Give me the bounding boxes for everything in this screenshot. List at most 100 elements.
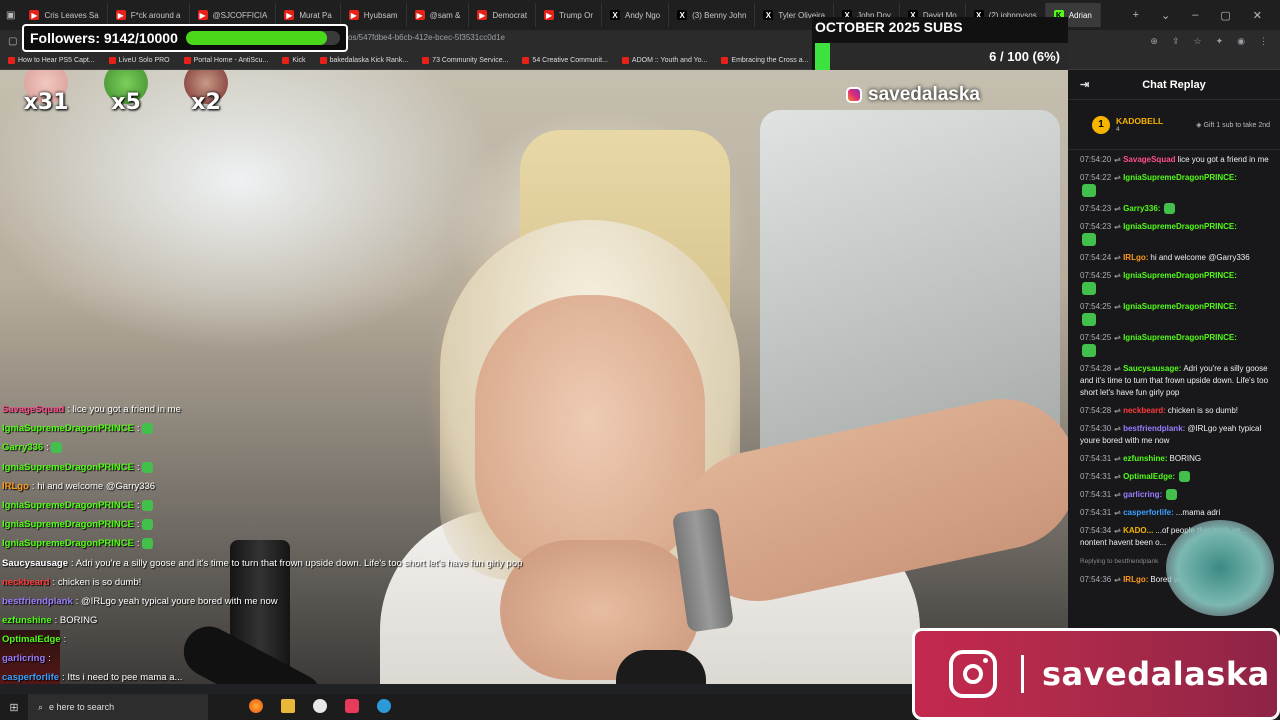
chat-username[interactable]: IgniaSupremeDragonPRINCE: [1123, 302, 1237, 311]
toolbar-icons: ⊕ ⇪ ☆ ✦ ◉ ⋮ [1150, 36, 1280, 47]
profile-icon[interactable]: ◉ [1237, 36, 1245, 47]
chat-username[interactable]: IgniaSupremeDragonPRINCE: [1123, 222, 1237, 231]
overlay-chat-line: IgniaSupremeDragonPRINCE: [2, 458, 562, 477]
chat-message[interactable]: 07:54:31 ⇌ OptimalEdge: [1080, 471, 1270, 483]
taskbar-search-placeholder: e here to search [49, 702, 115, 712]
chat-username[interactable]: bestfriendplank: [1123, 424, 1185, 433]
bookmark-item[interactable]: LiveU Solo PRO [108, 57, 170, 64]
chat-message[interactable]: 07:54:20 ⇌ SavageSquad lice you got a frie… [1080, 154, 1270, 166]
bookmark-item[interactable]: Portal Home - AntiScu... [183, 57, 268, 64]
chat-timestamp: 07:54:25 [1080, 333, 1112, 342]
top-gifter-count: 4 [1116, 126, 1120, 133]
bookmark-item[interactable]: ADOM :: Youth and Yo... [621, 57, 707, 64]
share-icon[interactable]: ⇪ [1172, 36, 1180, 47]
chat-username[interactable]: Saucysausage: [1123, 364, 1181, 373]
chat-username[interactable]: KADO... [1123, 526, 1153, 535]
overlay-chat-user: bestfriendplank [2, 595, 73, 607]
music-icon[interactable] [340, 696, 364, 718]
chat-message[interactable]: 07:54:28 ⇌ Saucysausage: Adri you're a sil… [1080, 363, 1270, 399]
new-tab-icon[interactable]: + [1133, 9, 1139, 22]
browser-tab[interactable]: X Andy Ngo [602, 3, 670, 27]
chat-text: hi and welcome @Garry336 [1150, 253, 1250, 262]
x-icon: X [677, 10, 688, 20]
tab-label: Trump Or [559, 10, 593, 20]
overlay-chat-line: SavageSquad: lice you got a friend in me [2, 400, 562, 419]
stream-video[interactable]: SavageSquad: lice you got a friend in me… [0, 70, 1068, 684]
chat-message[interactable]: 07:54:25 ⇌ IgniaSupremeDragonPRINCE: [1080, 301, 1270, 326]
chat-message[interactable]: 07:54:28 ⇌ neckbeard: chicken is so dumb! [1080, 405, 1270, 417]
bookmark-item[interactable]: 54 Creative Communit... [522, 57, 608, 64]
instagram-banner-handle: savedalaska [1042, 655, 1270, 693]
browser-tab[interactable]: ▶ @sam & [407, 3, 470, 27]
bookmark-item[interactable]: bakedalaska Kick Rank... [319, 57, 408, 64]
chat-username[interactable]: casperforlife: [1123, 508, 1174, 517]
chat-username[interactable]: IRLgo: [1123, 253, 1148, 262]
chat-username[interactable]: neckbeard: [1123, 406, 1166, 415]
chat-text: chicken is so dumb! [1167, 406, 1239, 415]
overlay-chat-line: Saucysausage: Adri you're a silly goose … [2, 554, 562, 573]
chat-message[interactable]: 07:54:23 ⇌ IgniaSupremeDragonPRINCE: [1080, 221, 1270, 246]
bookmark-star-icon[interactable]: ☆ [1194, 36, 1202, 47]
chat-message[interactable]: 07:54:31 ⇌ garlicring: [1080, 489, 1270, 501]
search-icon: ⌕ [38, 701, 44, 712]
chat-username[interactable]: ezfunshine: [1123, 454, 1167, 463]
maximize-icon[interactable]: ▢ [1220, 9, 1230, 22]
chat-message[interactable]: 07:54:24 ⇌ IRLgo: hi and welcome @Garry336 [1080, 252, 1270, 264]
chat-message[interactable]: 07:54:25 ⇌ IgniaSupremeDragonPRINCE: [1080, 270, 1270, 295]
minimize-icon[interactable]: – [1192, 9, 1198, 22]
chat-username[interactable]: IgniaSupremeDragonPRINCE: [1123, 271, 1237, 280]
browser-tab[interactable]: ▶ Democrat [469, 3, 537, 27]
browser-tab[interactable]: X (3) Benny John [669, 3, 756, 27]
overlay-chat-user: IgniaSupremeDragonPRINCE [2, 538, 134, 550]
chat-message[interactable]: 07:54:30 ⇌ bestfriendplank: @IRLgo yeah ty… [1080, 423, 1270, 447]
firefox-icon[interactable] [244, 696, 268, 718]
overlay-chat-line: bestfriendplank: @IRLgo yeah typical you… [2, 592, 562, 611]
chat-username[interactable]: Garry336: [1123, 204, 1160, 213]
bookmark-item[interactable]: Kick [282, 57, 306, 64]
file-explorer-icon[interactable] [276, 696, 300, 718]
badge-icon: ⇌ [1114, 406, 1124, 415]
tab-search-icon[interactable]: ⌄ [1161, 9, 1170, 22]
tab-label: Hyubsam [363, 10, 398, 20]
chat-username[interactable]: SavageSquad [1123, 155, 1175, 164]
address-bar[interactable]: os/547fdbe4-b6cb-412e-bcec-5f3531cc0d1e [348, 33, 505, 42]
close-icon[interactable]: ✕ [1253, 9, 1262, 22]
instagram-logo-icon [949, 650, 997, 698]
zoom-icon[interactable]: ⊕ [1150, 36, 1158, 47]
browser-tab[interactable]: ▶ Trump Or [536, 3, 602, 27]
gift-prompt[interactable]: ◈ Gift 1 sub to take 2nd [1196, 121, 1270, 129]
window-controls: + ⌄ – ▢ ✕ [1133, 9, 1280, 22]
bookmark-item[interactable]: How to Hear PS5 Capt... [8, 57, 95, 64]
chat-message[interactable]: 07:54:31 ⇌ ezfunshine: BORING [1080, 453, 1270, 465]
chat-username[interactable]: IRLgo: [1123, 575, 1148, 584]
menu-icon[interactable]: ⋮ [1259, 36, 1268, 47]
extension-icon[interactable]: ✦ [1216, 36, 1224, 47]
windows-start-icon[interactable]: ⊞ [0, 701, 28, 714]
tab-list-icon[interactable]: ▣ [6, 10, 15, 21]
chat-timestamp: 07:54:28 [1080, 364, 1112, 373]
chat-message[interactable]: 07:54:25 ⇌ IgniaSupremeDragonPRINCE: [1080, 332, 1270, 357]
chat-timestamp: 07:54:22 [1080, 173, 1112, 182]
collapse-chat-icon[interactable]: ⇥ [1080, 78, 1089, 91]
chat-username[interactable]: garlicring: [1123, 490, 1162, 499]
obs-icon[interactable] [308, 696, 332, 718]
back-icon[interactable]: ▢ [8, 36, 17, 47]
app-icon[interactable] [372, 696, 396, 718]
taskbar-search[interactable]: ⌕ e here to search [28, 694, 208, 720]
browser-tab[interactable]: ▶ Hyubsam [341, 3, 407, 27]
overlay-chat-line: IgniaSupremeDragonPRINCE: [2, 534, 562, 553]
turtle-overlay [1166, 520, 1274, 616]
emote-icon [142, 538, 154, 550]
chat-message[interactable]: 07:54:31 ⇌ casperforlife: ...mama adri [1080, 507, 1270, 519]
chat-username[interactable]: OptimalEdge: [1123, 472, 1175, 481]
badge-icon: ⇌ [1114, 173, 1124, 182]
chat-message[interactable]: 07:54:22 ⇌ IgniaSupremeDragonPRINCE: [1080, 172, 1270, 197]
subs-goal: OCTOBER 2025 SUBS 6 / 100 (6%) [812, 17, 1068, 70]
badge-icon: ⇌ [1114, 155, 1124, 164]
chat-username[interactable]: IgniaSupremeDragonPRINCE: [1123, 333, 1237, 342]
chat-message[interactable]: 07:54:23 ⇌ Garry336: [1080, 203, 1270, 215]
chat-username[interactable]: IgniaSupremeDragonPRINCE: [1123, 173, 1237, 182]
bookmark-item[interactable]: 73 Community Service... [422, 57, 508, 64]
bookmark-item[interactable]: Embracing the Cross a... [721, 57, 808, 64]
emote-icon [142, 519, 154, 531]
